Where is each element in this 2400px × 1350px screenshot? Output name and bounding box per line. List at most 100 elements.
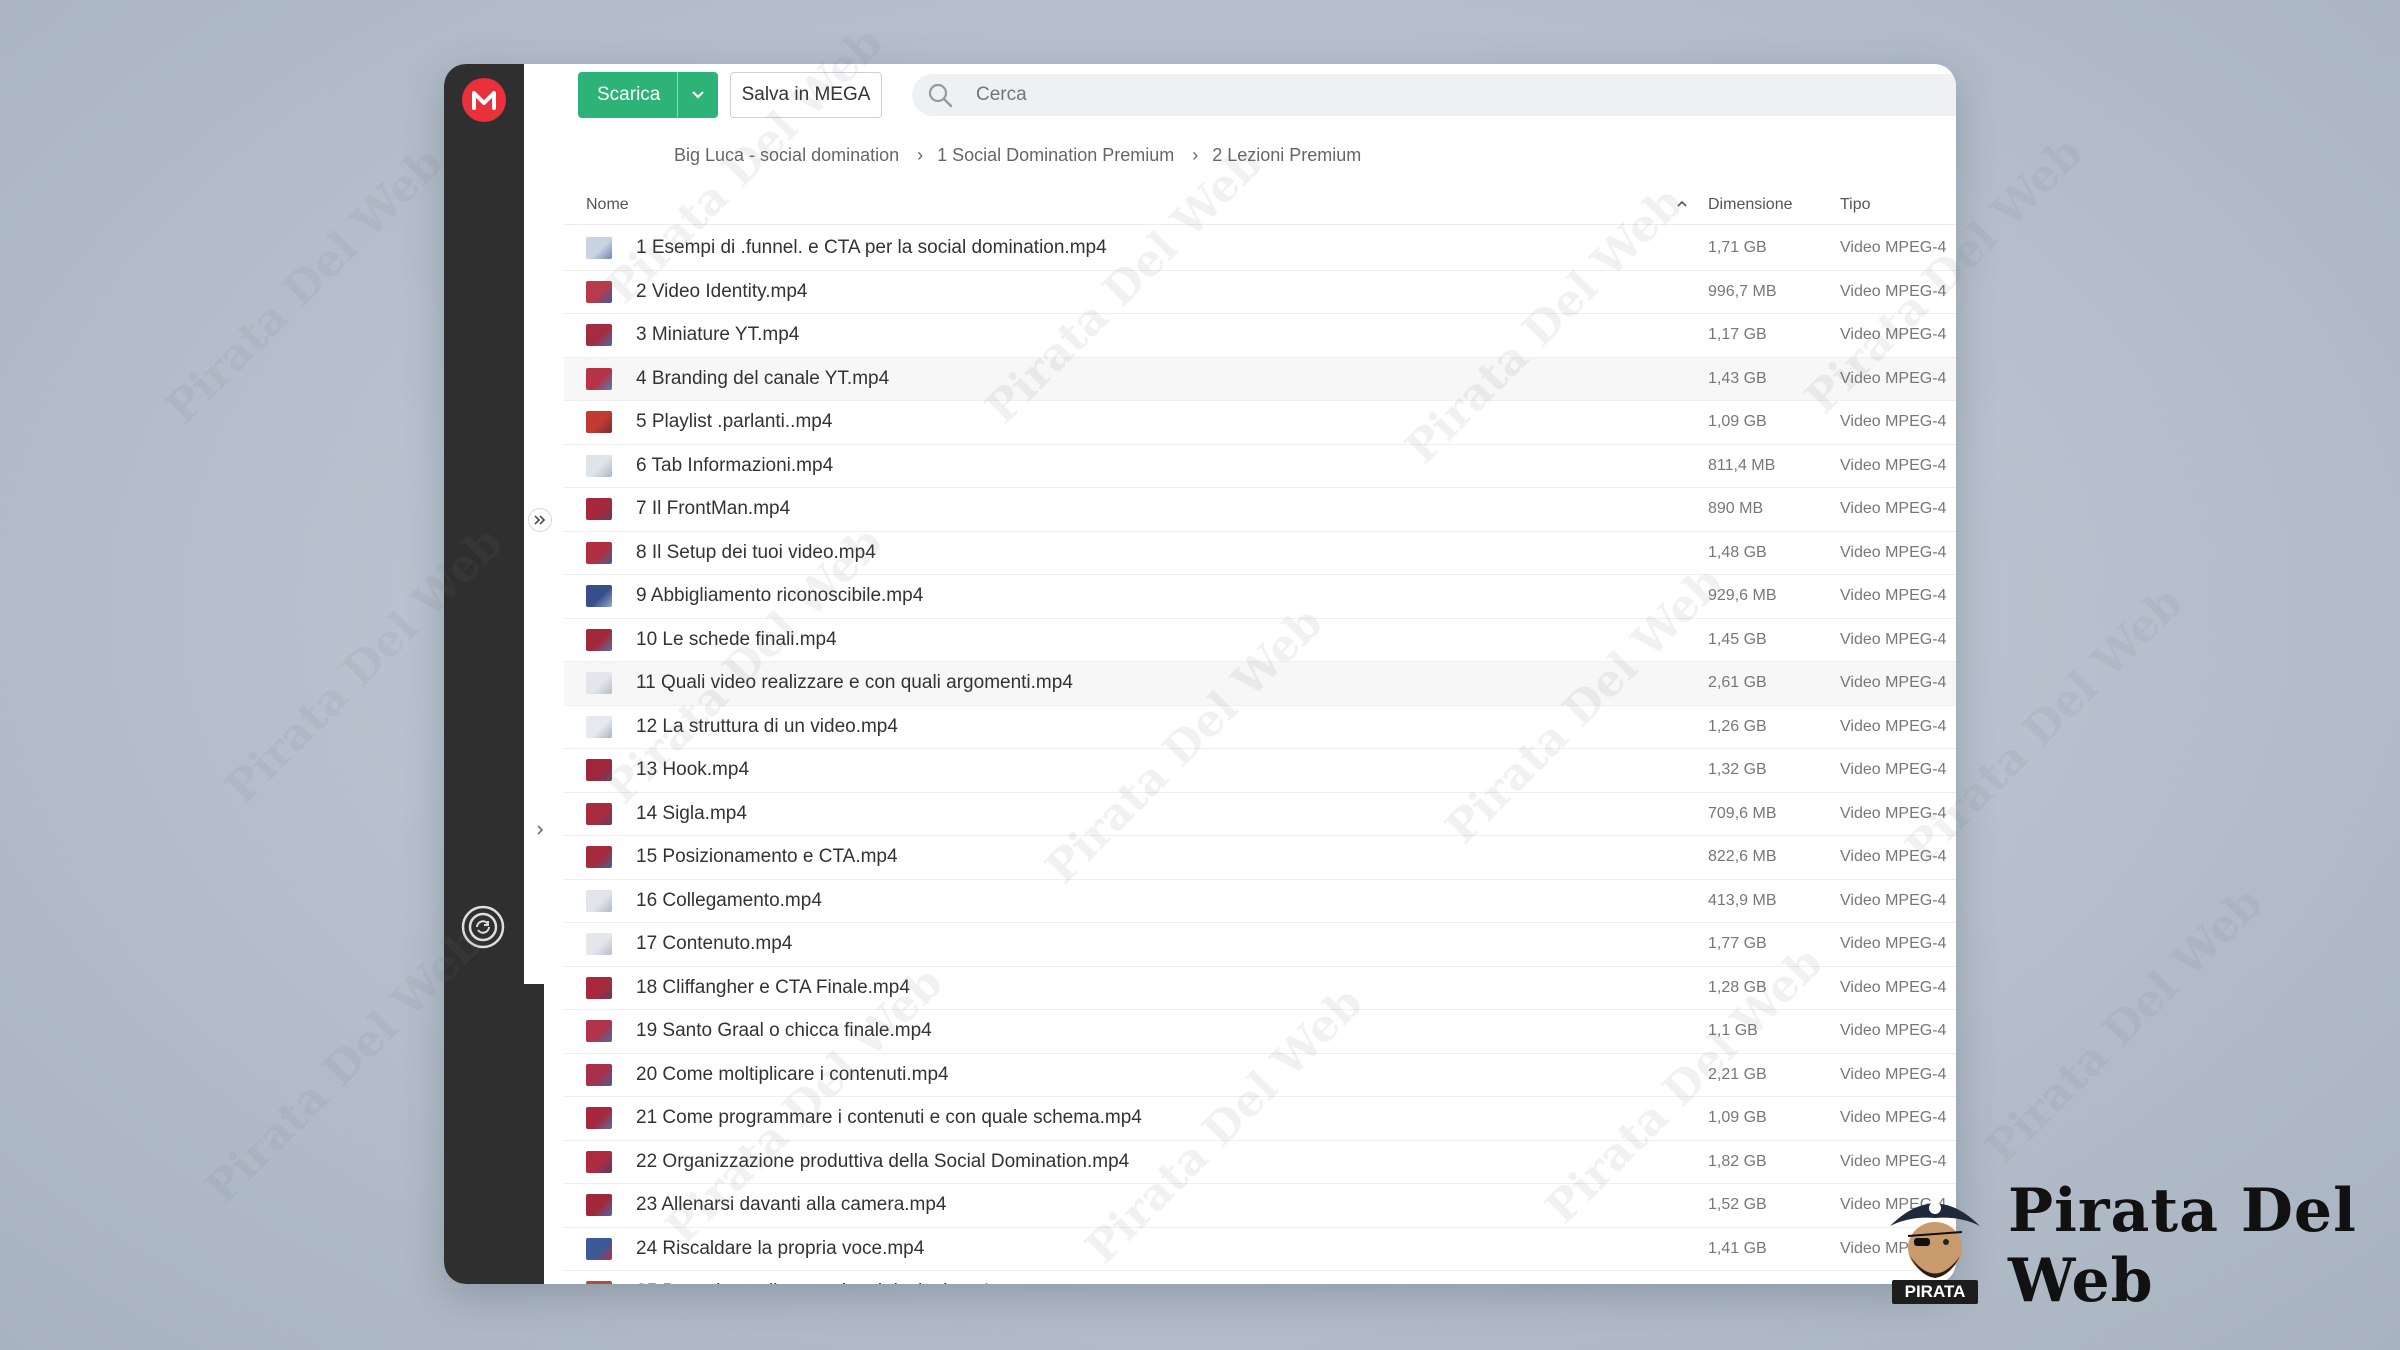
file-row[interactable]: 25 Boost immediato per i tuoi risultati.… (564, 1271, 1956, 1284)
file-type: Video MPEG-4 (1840, 1109, 1947, 1126)
sidebar (444, 64, 524, 1284)
file-row[interactable]: 5 Playlist .parlanti..mp4 1,09 GB Video MP… (564, 401, 1956, 445)
pirate-logo: PIRATA (1880, 1186, 1990, 1306)
file-name: 22 Organizzazione produttiva della Socia… (636, 1150, 1130, 1172)
file-type: Video MPEG-4 (1840, 326, 1947, 343)
file-row[interactable]: 23 Allenarsi davanti alla camera.mp4 1,52… (564, 1184, 1956, 1228)
file-type: Video MPEG-4 (1840, 587, 1947, 604)
file-type: Video MPEG-4 (1840, 891, 1947, 909)
file-row[interactable]: 9 Abbigliamento riconoscibile.mp4 929,6 M… (564, 575, 1956, 619)
video-thumbnail-icon (586, 585, 612, 607)
video-thumbnail-icon (586, 802, 612, 825)
sync-icon[interactable] (460, 904, 506, 950)
file-row[interactable]: 16 Collegamento.mp4 413,9 MB Video MPEG-4 (564, 880, 1956, 923)
video-thumbnail-icon (586, 1281, 612, 1284)
toolbar: Scarica Salva in MEGA (546, 72, 1956, 120)
file-size: 1,82 GB (1708, 1152, 1767, 1170)
file-row[interactable]: 2 Video Identity.mp4 996,7 MB Video MPEG-4 (564, 271, 1956, 314)
breadcrumb-item[interactable]: 1 Social Domination Premium (937, 145, 1174, 166)
file-size: 1,17 GB (1708, 326, 1767, 343)
file-row[interactable]: 11 Quali video realizzare e con quali ar… (564, 662, 1956, 706)
file-size: 1,52 GB (1708, 1196, 1767, 1213)
file-row[interactable]: 3 Miniature YT.mp4 1,17 GB Video MPEG-4 (564, 314, 1956, 358)
file-type: Video MPEG-4 (1840, 848, 1947, 865)
video-thumbnail-icon (586, 1020, 612, 1042)
file-size: 1,43 GB (1708, 369, 1767, 387)
file-type: Video MPEG-4 (1840, 543, 1947, 561)
download-button[interactable]: Scarica (578, 72, 718, 118)
download-options-button[interactable] (677, 72, 718, 118)
file-size: 1,48 GB (1708, 543, 1767, 561)
file-size: 2,95 GB (1708, 1283, 1767, 1284)
expand-sidebar-button[interactable] (528, 508, 552, 532)
file-size: 709,6 MB (1708, 804, 1777, 822)
breadcrumb-item[interactable]: 2 Lezioni Premium (1212, 145, 1361, 166)
file-type: Video MPEG-4 (1840, 239, 1947, 256)
file-type: Video MPEG-4 (1840, 1065, 1947, 1083)
pirate-icon (1890, 1202, 1980, 1278)
save-to-mega-button[interactable]: Salva in MEGA (730, 72, 882, 118)
brand-name: Pirata Del Web (2008, 1176, 2357, 1316)
column-header-name[interactable]: Nome (586, 196, 629, 214)
file-row[interactable]: 18 Cliffangher e CTA Finale.mp4 1,28 GB Vi… (564, 967, 1956, 1010)
file-list: 1 Esempi di .funnel. e CTA per la social… (564, 227, 1956, 1284)
file-size: 1,09 GB (1708, 1109, 1767, 1126)
file-name: 13 Hook.mp4 (636, 759, 750, 780)
video-thumbnail-icon (586, 411, 612, 433)
file-type: Video MPEG-4 (1840, 761, 1947, 778)
column-header-size[interactable]: Dimensione (1708, 196, 1792, 214)
search-icon (928, 83, 953, 108)
column-header-type[interactable]: Tipo (1840, 196, 1871, 214)
file-size: 1,26 GB (1708, 717, 1767, 735)
file-row[interactable]: 17 Contenuto.mp4 1,77 GB Video MPEG-4 (564, 923, 1956, 967)
file-row[interactable]: 21 Come programmare i contenuti e con qu… (564, 1097, 1956, 1141)
file-row[interactable]: 19 Santo Graal o chicca finale.mp4 1,1 GB… (564, 1010, 1956, 1054)
file-name: 8 Il Setup dei tuoi video.mp4 (636, 541, 876, 563)
video-thumbnail-icon (586, 759, 612, 781)
double-chevron-right-icon (534, 515, 546, 525)
video-thumbnail-icon (586, 889, 612, 912)
mega-logo-icon[interactable] (462, 78, 506, 122)
file-size: 1,1 GB (1708, 1022, 1758, 1039)
chevron-right-icon: › (1192, 144, 1199, 165)
file-name: 7 Il FrontMan.mp4 (636, 498, 791, 519)
video-thumbnail-icon (586, 1107, 612, 1129)
file-type: Video MPEG-4 (1840, 630, 1947, 648)
video-thumbnail-icon (586, 280, 612, 303)
file-type: Video MPEG-4 (1840, 500, 1947, 517)
file-row[interactable]: 22 Organizzazione produttiva della Socia… (564, 1141, 1956, 1184)
file-row[interactable]: 8 Il Setup dei tuoi video.mp4 1,48 GB Vide… (564, 532, 1956, 575)
file-row[interactable]: 1 Esempi di .funnel. e CTA per la social… (564, 227, 1956, 271)
breadcrumb-item[interactable]: Big Luca - social domination (674, 145, 899, 166)
file-type: Video MPEG-4 (1840, 369, 1947, 387)
file-row[interactable]: 4 Branding del canale YT.mp4 1,43 GB Video… (564, 357, 1956, 401)
file-name: 2 Video Identity.mp4 (636, 280, 808, 302)
video-thumbnail-icon (586, 672, 612, 694)
file-size: 822,6 MB (1708, 848, 1777, 865)
file-row[interactable]: 10 Le schede finali.mp4 1,45 GB Video MPEG… (564, 619, 1956, 662)
file-name: 9 Abbigliamento riconoscibile.mp4 (636, 585, 924, 606)
sort-ascending-icon[interactable] (1676, 196, 1688, 214)
file-size: 996,7 MB (1708, 282, 1777, 300)
expand-panel-button[interactable] (532, 822, 548, 838)
search-input[interactable] (974, 83, 1578, 107)
file-row[interactable]: 15 Posizionamento e CTA.mp4 822,6 MB Video… (564, 836, 1956, 880)
search-bar[interactable] (912, 74, 1956, 116)
file-type: Video MPEG-4 (1840, 804, 1947, 822)
file-row[interactable]: 7 Il FrontMan.mp4 890 MB Video MPEG-4 (564, 488, 1956, 532)
file-name: 23 Allenarsi davanti alla camera.mp4 (636, 1194, 947, 1215)
file-row[interactable]: 14 Sigla.mp4 709,6 MB Video MPEG-4 (564, 793, 1956, 836)
file-row[interactable]: 6 Tab Informazioni.mp4 811,4 MB Video MPEG… (564, 445, 1956, 488)
file-name: 17 Contenuto.mp4 (636, 933, 793, 954)
sidebar-divider-lower (524, 984, 544, 1284)
video-thumbnail-icon (586, 933, 612, 955)
video-thumbnail-icon (586, 976, 612, 999)
file-type: Video MPEG-4 (1840, 1152, 1947, 1170)
file-row[interactable]: 13 Hook.mp4 1,32 GB Video MPEG-4 (564, 749, 1956, 793)
file-name: 19 Santo Graal o chicca finale.mp4 (636, 1020, 932, 1041)
video-thumbnail-icon (586, 498, 612, 520)
watermark-text: Pirata Del Web (155, 137, 453, 434)
file-row[interactable]: 20 Come moltiplicare i contenuti.mp4 2,21… (564, 1054, 1956, 1097)
file-row[interactable]: 24 Riscaldare la propria voce.mp4 1,41 GB… (564, 1228, 1956, 1271)
file-row[interactable]: 12 La struttura di un video.mp4 1,26 GB Vi… (564, 706, 1956, 749)
